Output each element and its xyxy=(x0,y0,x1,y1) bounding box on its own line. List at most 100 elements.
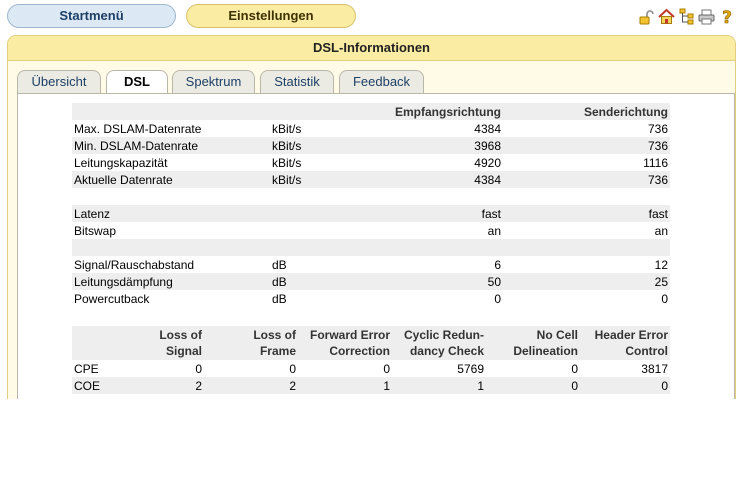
table-row xyxy=(72,188,670,205)
table-cell: 0 xyxy=(486,377,580,394)
table-cell: 12 xyxy=(654,257,668,272)
table-cell: Leitungsdämpfung xyxy=(72,273,270,290)
table-header-line: Loss of xyxy=(253,328,296,342)
tab-content: Empfangsrichtung Senderichtung Max. DSLA… xyxy=(17,93,735,399)
table-header: Senderichtung xyxy=(503,103,670,120)
table-header-line: Forward Error xyxy=(309,328,390,342)
table-row: Max. DSLAM-Datenrate kBit/s 4384 736 xyxy=(72,120,670,137)
home-icon[interactable] xyxy=(658,8,675,25)
table-cell: 0 xyxy=(494,291,501,306)
sitemap-icon[interactable] xyxy=(678,8,695,25)
table-cell: an xyxy=(654,223,668,238)
table-cell: 1 xyxy=(298,377,392,394)
table-cell: 0 xyxy=(289,361,296,376)
table-header: Empfangsrichtung xyxy=(370,103,503,120)
table-header-line: dancy Check xyxy=(409,344,484,358)
table-row: Signal/Rauschabstand dB 6 12 xyxy=(72,256,670,273)
table-cell: 2 xyxy=(204,377,298,394)
table-header-line xyxy=(74,327,126,343)
table-cell: 1 xyxy=(392,377,486,394)
table-header-row: Empfangsrichtung Senderichtung xyxy=(72,103,670,120)
table-header-line: Cyclic Redun- xyxy=(403,328,484,342)
table-header-line: Delineation xyxy=(513,344,578,358)
table-cell: 25 xyxy=(503,273,670,290)
table-cell: Leitungskapazität xyxy=(74,155,168,170)
table-header: Forward Error Correction xyxy=(298,326,392,360)
tab-uebersicht[interactable]: Übersicht xyxy=(17,70,101,93)
table-cell: 0 xyxy=(661,291,668,306)
table-cell: Bitswap xyxy=(74,223,117,238)
table-cell: 3817 xyxy=(641,361,668,376)
table-cell: dB xyxy=(272,291,287,306)
table-header: Cyclic Redun-dancy Check xyxy=(392,326,486,360)
table-row: Powercutback dB 0 0 xyxy=(72,290,670,307)
table-cell: COE xyxy=(72,377,128,394)
table-cell: 5769 xyxy=(457,361,484,376)
panel-body: Übersicht DSL Spektrum Statistik Feedbac… xyxy=(8,61,735,399)
table-cell: 3968 xyxy=(370,137,503,154)
table-cell: 0 xyxy=(195,361,202,376)
table-cell: kBit/s xyxy=(272,121,302,136)
tab-dsl[interactable]: DSL xyxy=(106,70,168,95)
table-row xyxy=(72,239,670,256)
table-header: Header Error Control xyxy=(580,326,670,360)
printer-icon[interactable] xyxy=(698,8,715,25)
table-cell: 4384 xyxy=(370,171,503,188)
table-cell: kBit/s xyxy=(270,171,370,188)
table-header-line: Loss of xyxy=(159,328,202,342)
table-cell xyxy=(270,205,370,222)
help-icon[interactable]: ? xyxy=(718,8,735,25)
svg-text:?: ? xyxy=(722,8,732,25)
table-cell: 50 xyxy=(370,273,503,290)
table-row: Leitungskapazität kBit/s 4920 1116 xyxy=(72,154,670,171)
table-cell: 736 xyxy=(503,171,670,188)
table-cell: 4384 xyxy=(474,121,501,136)
table-cell xyxy=(270,239,370,256)
table-header: Loss of Signal xyxy=(128,326,204,360)
table-cell xyxy=(72,239,270,256)
table-header-line: Header Error xyxy=(594,328,668,342)
table-header-line: Frame xyxy=(259,344,296,358)
table-row: CPE 0 0 0 5769 0 3817 xyxy=(72,360,670,377)
table-cell xyxy=(270,188,370,205)
table-header-line xyxy=(74,343,126,359)
table-cell: Min. DSLAM-Datenrate xyxy=(72,137,270,154)
table-cell: kBit/s xyxy=(272,155,302,170)
table-cell: 736 xyxy=(503,137,670,154)
table-header-line: Correction xyxy=(329,344,390,358)
table-cell xyxy=(503,188,670,205)
dsl-info-panel: DSL-Informationen Übersicht DSL Spektrum… xyxy=(7,35,736,399)
table-row: COE 2 2 1 1 0 0 xyxy=(72,377,670,394)
table-cell: Latenz xyxy=(72,205,270,222)
table-cell: 0 xyxy=(571,361,578,376)
table-header-line: Signal xyxy=(165,344,202,358)
panel-title: DSL-Informationen xyxy=(8,36,735,61)
table-cell xyxy=(370,188,503,205)
table-row: Min. DSLAM-Datenrate kBit/s 3968 736 xyxy=(72,137,670,154)
tab-feedback[interactable]: Feedback xyxy=(339,70,424,93)
table-header-row: Loss of Signal Loss of Frame Forward Error Co… xyxy=(72,326,670,360)
table-cell: CPE xyxy=(74,361,99,376)
table-cell: dB xyxy=(270,273,370,290)
table-header: No Cell Delineation xyxy=(486,326,580,360)
table-cell: Aktuelle Datenrate xyxy=(72,171,270,188)
lock-icon[interactable] xyxy=(638,8,655,25)
table-cell xyxy=(370,239,503,256)
table-row: Bitswap an an xyxy=(72,222,670,239)
table-cell: an xyxy=(487,223,501,238)
table-row: Aktuelle Datenrate kBit/s 4384 736 xyxy=(72,171,670,188)
table-row: Latenz fast fast xyxy=(72,205,670,222)
tab-statistik[interactable]: Statistik xyxy=(260,70,334,93)
table-header xyxy=(270,103,370,120)
tab-spektrum[interactable]: Spektrum xyxy=(172,70,255,93)
table-cell: 736 xyxy=(647,121,668,136)
table-cell: 6 xyxy=(494,257,501,272)
table-cell: fast xyxy=(503,205,670,222)
table-header-line: No Cell xyxy=(536,328,578,342)
settings-button[interactable]: Einstellungen xyxy=(186,4,356,28)
table-cell: Powercutback xyxy=(74,291,150,306)
table-cell: 0 xyxy=(580,377,670,394)
table-cell: Max. DSLAM-Datenrate xyxy=(74,121,202,136)
startmenu-button[interactable]: Startmenü xyxy=(7,4,176,28)
table-row: Leitungsdämpfung dB 50 25 xyxy=(72,273,670,290)
